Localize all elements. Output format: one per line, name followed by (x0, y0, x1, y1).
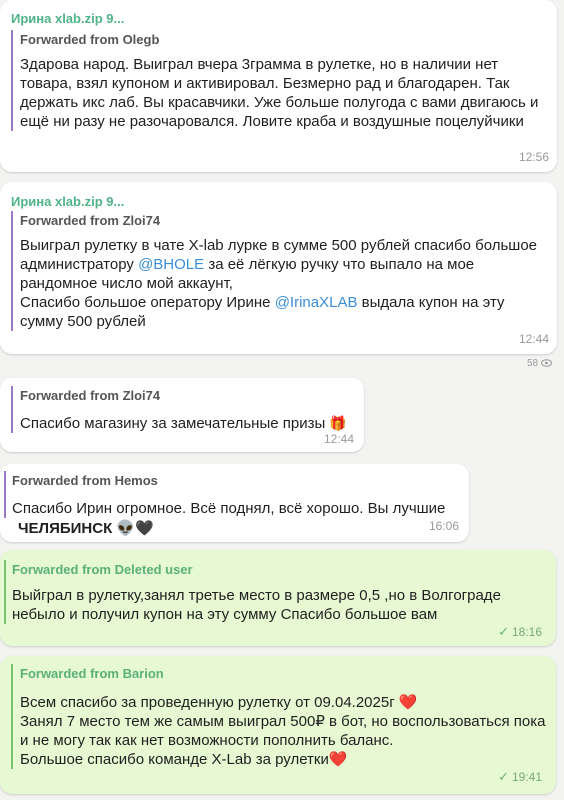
message-bubble[interactable]: Forwarded from Hemos Спасибо Ирин огромн… (0, 464, 469, 542)
gift-icon: 🎁 (329, 415, 347, 431)
message-bubble-outgoing[interactable]: Forwarded from Deleted user Выйграл в ру… (0, 550, 556, 646)
forwarded-from[interactable]: Forwarded from Olegb (20, 30, 545, 50)
sender-name[interactable]: Ирина xlab.zip 9... (11, 194, 124, 209)
message-time: 16:06 (428, 519, 459, 533)
message-time: 12:56 (518, 150, 549, 164)
message-text-line: ЧЕЛЯБИНСК 👽🖤 (18, 520, 154, 537)
mention-link[interactable]: @IrinaXLAB (275, 294, 358, 311)
message-bubble[interactable]: Forwarded from Zloi74 Спасибо магазину з… (0, 378, 364, 452)
message-time: 12:44 (518, 332, 549, 346)
views-count: 58 (527, 358, 539, 369)
sender-name[interactable]: Ирина xlab.zip 9... (11, 11, 124, 26)
message-bubble[interactable]: Ирина xlab.zip 9... Forwarded from Olegb… (0, 0, 557, 172)
mention-link[interactable]: @BHOLE (138, 256, 204, 273)
message-text: Здарова народ. Выиграл вчера 3грамма в р… (20, 56, 539, 130)
message-time: ✓ 19:41 (498, 769, 542, 785)
time-label: 18:16 (511, 625, 542, 639)
forwarded-from[interactable]: Forwarded from Zloi74 (20, 211, 545, 231)
forwarded-from[interactable]: Forwarded from Deleted user (12, 560, 550, 580)
forwarded-block: Forwarded from Olegb Здарова народ. Выиг… (11, 30, 545, 131)
forwarded-block: Forwarded from Zloi74 Выиграл рулетку в … (11, 211, 545, 331)
message-text: Выйграл в рулетку,занял третье место в р… (12, 587, 501, 623)
forwarded-from[interactable]: Forwarded from Hemos (12, 471, 467, 491)
message-time: 12:44 (323, 432, 354, 446)
eye-icon (540, 358, 552, 369)
forwarded-from[interactable]: Forwarded from Barion (20, 664, 553, 684)
forwarded-block: Forwarded from Barion Всем спасибо за пр… (11, 664, 553, 769)
forwarded-block: Forwarded from Zloi74 Спасибо магазину з… (11, 386, 362, 433)
forwarded-from[interactable]: Forwarded from Zloi74 (20, 386, 362, 406)
message-bubble[interactable]: Ирина xlab.zip 9... Forwarded from Zloi7… (0, 182, 557, 354)
message-bubble-outgoing[interactable]: Forwarded from Barion Всем спасибо за пр… (0, 656, 556, 794)
text-part: Спасибо магазину за замечательные призы (20, 415, 326, 432)
views-counter: 58 (527, 358, 552, 369)
forwarded-block: Forwarded from Deleted user Выйграл в ру… (4, 560, 550, 624)
time-label: 19:41 (511, 770, 542, 784)
message-text: Всем спасибо за проведенную рулетку от 0… (20, 694, 546, 768)
double-check-icon: ✓ (498, 624, 509, 639)
double-check-icon: ✓ (498, 769, 509, 784)
message-time: ✓ 18:16 (498, 624, 542, 640)
message-text: Выиграл рулетку в чате X-lab лурке в сум… (20, 236, 545, 331)
forwarded-block: Forwarded from Hemos Спасибо Ирин огромн… (4, 471, 467, 518)
message-text: Спасибо магазину за замечательные призы … (20, 414, 362, 433)
message-text: Спасибо Ирин огромное. Всё поднял, всё х… (12, 500, 446, 517)
